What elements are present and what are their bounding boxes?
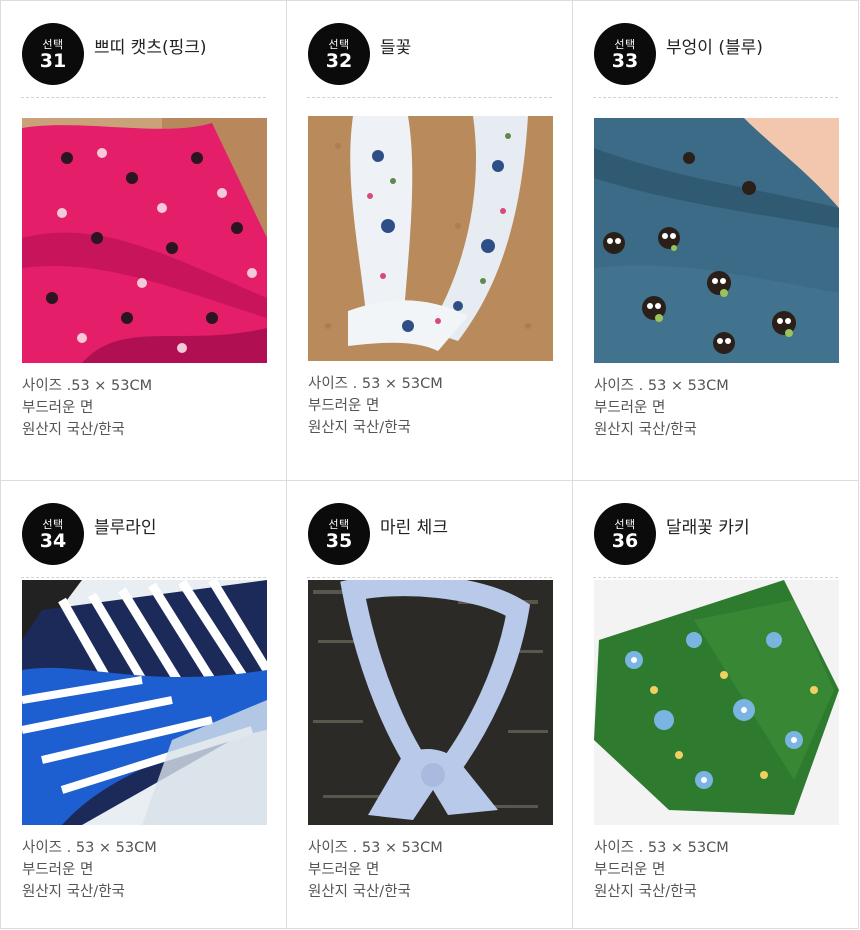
divider [593, 577, 838, 578]
material-text: 부드러운 면 [594, 400, 666, 416]
badge-number: 33 [611, 50, 639, 72]
size-text: 사이즈 .53 × 53CM [22, 378, 153, 394]
material-text: 부드러운 면 [22, 400, 94, 416]
badge-number: 36 [611, 530, 639, 552]
selection-badge: 선택 35 [308, 503, 370, 565]
selection-badge: 선택 34 [22, 503, 84, 565]
badge-number: 31 [39, 50, 67, 72]
product-specs: 사이즈 . 53 × 53CM 부드러운 면 원산지 국산/한국 [594, 837, 729, 903]
product-title[interactable]: 부엉이 (블루) [666, 33, 763, 58]
product-title[interactable]: 블루라인 [94, 513, 157, 538]
material-text: 부드러운 면 [22, 862, 94, 878]
selection-badge: 선택 32 [308, 23, 370, 85]
product-card-34[interactable]: 선택 34 블루라인 사이즈 . 53 × 53CM 부드러운 면 원산지 국산… [1, 481, 287, 929]
origin-text: 원산지 국산/한국 [594, 884, 697, 900]
selection-badge: 선택 31 [22, 23, 84, 85]
material-text: 부드러운 면 [594, 862, 666, 878]
product-title[interactable]: 들꽃 [380, 33, 411, 58]
product-card-33[interactable]: 선택 33 부엉이 (블루) 사이즈 . 53 × 53CM 부드러운 면 원산… [573, 1, 859, 481]
product-photo[interactable] [22, 118, 267, 363]
product-photo[interactable] [22, 580, 267, 825]
product-title[interactable]: 달래꽃 카키 [666, 513, 750, 538]
product-specs: 사이즈 . 53 × 53CM 부드러운 면 원산지 국산/한국 [594, 375, 729, 441]
selection-badge: 선택 36 [594, 503, 656, 565]
origin-text: 원산지 국산/한국 [308, 884, 411, 900]
product-title[interactable]: 마린 체크 [380, 513, 448, 538]
size-text: 사이즈 . 53 × 53CM [22, 840, 157, 856]
product-photo[interactable] [594, 118, 839, 363]
size-text: 사이즈 . 53 × 53CM [594, 378, 729, 394]
badge-number: 35 [325, 530, 353, 552]
size-text: 사이즈 . 53 × 53CM [308, 376, 443, 392]
product-photo[interactable] [594, 580, 839, 825]
origin-text: 원산지 국산/한국 [22, 422, 125, 438]
product-specs: 사이즈 . 53 × 53CM 부드러운 면 원산지 국산/한국 [22, 837, 157, 903]
product-photo[interactable] [308, 580, 553, 825]
divider [21, 577, 266, 578]
product-photo[interactable] [308, 116, 553, 361]
size-text: 사이즈 . 53 × 53CM [308, 840, 443, 856]
product-specs: 사이즈 .53 × 53CM 부드러운 면 원산지 국산/한국 [22, 375, 152, 441]
product-title[interactable]: 쁘띠 캣츠(핑크) [94, 33, 207, 58]
product-specs: 사이즈 . 53 × 53CM 부드러운 면 원산지 국산/한국 [308, 837, 443, 903]
divider [21, 97, 266, 98]
origin-text: 원산지 국산/한국 [308, 420, 411, 436]
product-card-35[interactable]: 선택 35 마린 체크 사이즈 . 53 × 53CM 부드러운 면 원산지 국… [287, 481, 573, 929]
divider [307, 577, 552, 578]
product-card-36[interactable]: 선택 36 달래꽃 카키 사이즈 . 53 × 53CM 부드러운 면 원산지 … [573, 481, 859, 929]
size-text: 사이즈 . 53 × 53CM [594, 840, 729, 856]
badge-number: 34 [39, 530, 67, 552]
product-card-31[interactable]: 선택 31 쁘띠 캣츠(핑크) 사이즈 .53 × 53CM 부드러운 면 원산… [1, 1, 287, 481]
selection-badge: 선택 33 [594, 23, 656, 85]
badge-number: 32 [325, 50, 353, 72]
divider [307, 97, 552, 98]
origin-text: 원산지 국산/한국 [594, 422, 697, 438]
origin-text: 원산지 국산/한국 [22, 884, 125, 900]
product-specs: 사이즈 . 53 × 53CM 부드러운 면 원산지 국산/한국 [308, 373, 443, 439]
product-grid: 선택 31 쁘띠 캣츠(핑크) 사이즈 .53 × 53CM 부드러운 면 원산… [0, 0, 859, 929]
material-text: 부드러운 면 [308, 862, 380, 878]
product-card-32[interactable]: 선택 32 들꽃 사이즈 . 53 × 53CM 부드러운 면 원산지 국산/한… [287, 1, 573, 481]
divider [593, 97, 838, 98]
material-text: 부드러운 면 [308, 398, 380, 414]
